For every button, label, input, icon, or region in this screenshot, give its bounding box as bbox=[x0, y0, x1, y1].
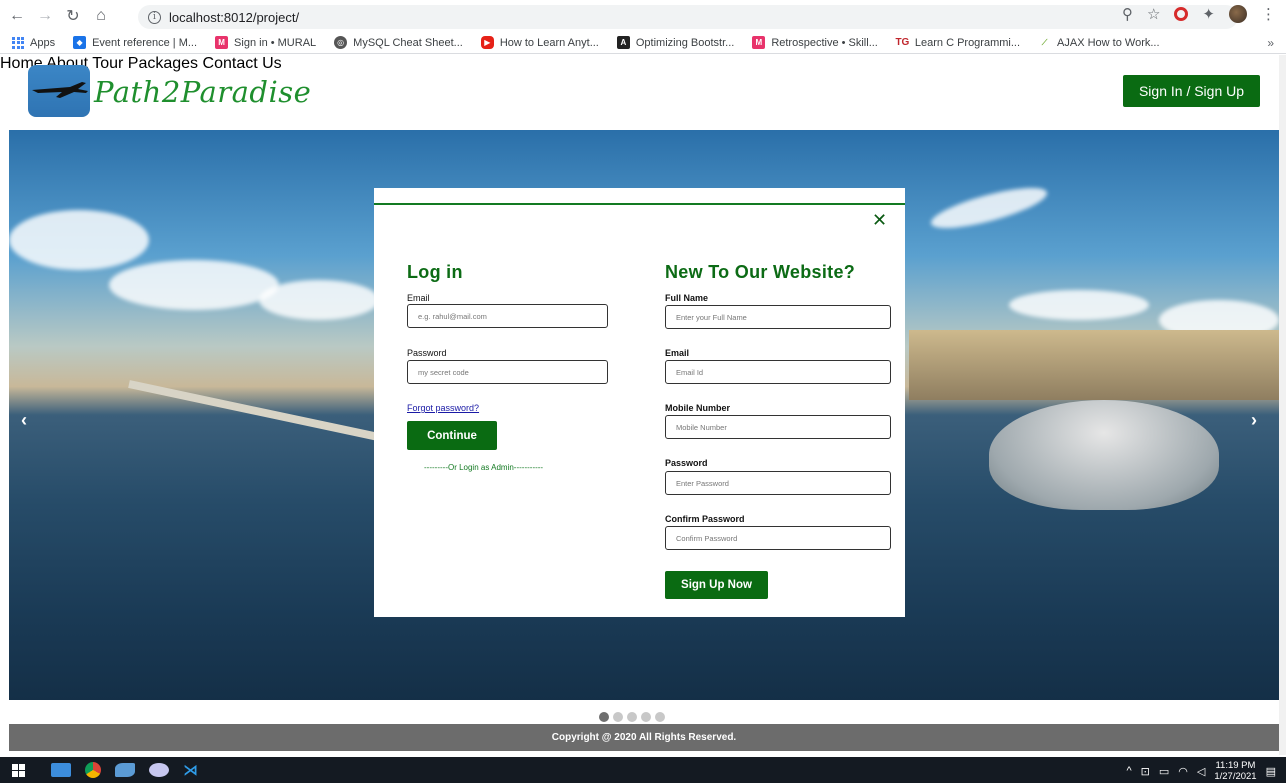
star-icon[interactable]: ☆ bbox=[1147, 5, 1160, 23]
php-icon[interactable] bbox=[149, 763, 169, 777]
carousel-prev-arrow[interactable]: ‹ bbox=[21, 410, 27, 431]
chart-icon: ⟋ bbox=[1041, 37, 1048, 47]
windows-start-icon[interactable] bbox=[12, 763, 25, 777]
bookmark-mural[interactable]: M Sign in • MURAL bbox=[215, 36, 316, 49]
home-icon[interactable]: ⌂ bbox=[90, 5, 112, 27]
mural-icon: M bbox=[215, 36, 229, 49]
carousel-dot[interactable] bbox=[613, 712, 623, 722]
auth-modal: ✕ Log in Email e.g. rahul@mail.com Passw… bbox=[374, 188, 905, 617]
confirm-password-label: Confirm Password bbox=[665, 514, 745, 524]
brand-logo[interactable] bbox=[28, 65, 90, 117]
bookmarks-more[interactable]: » bbox=[1267, 36, 1274, 50]
bookmark-ajax[interactable]: ⟋ AJAX How to Work... bbox=[1038, 36, 1160, 49]
signup-password-label: Password bbox=[665, 458, 708, 468]
chevron-up-icon[interactable]: ^ bbox=[1126, 765, 1131, 777]
login-password-input[interactable]: my secret code bbox=[407, 360, 608, 384]
signup-password-input[interactable]: Enter Password bbox=[665, 471, 891, 495]
cloud bbox=[1009, 290, 1149, 320]
app-icon[interactable] bbox=[115, 763, 135, 777]
brand-name[interactable]: Path2Paradise bbox=[94, 75, 311, 109]
puzzle-extensions-icon[interactable]: ✦ bbox=[1202, 5, 1215, 23]
volume-icon[interactable]: ◁ bbox=[1197, 765, 1205, 778]
bookmark-apps[interactable]: Apps bbox=[12, 36, 55, 49]
menu-kebab-icon[interactable]: ⋮ bbox=[1261, 5, 1276, 23]
login-email-input[interactable]: e.g. rahul@mail.com bbox=[407, 304, 608, 328]
notifications-icon[interactable]: ▤ bbox=[1266, 765, 1276, 778]
carousel-dot[interactable] bbox=[627, 712, 637, 722]
device-icon[interactable]: ⊡ bbox=[1141, 765, 1150, 778]
windows-taskbar: ⋊ ^ ⊡ ▭ ◠ ◁ 11:19 PM 1/27/2021 ▤ bbox=[0, 757, 1286, 783]
toolbar-actions: ⚲ ☆ ✦ ⋮ bbox=[1122, 5, 1276, 23]
mobile-label: Mobile Number bbox=[665, 403, 731, 413]
city-skyline bbox=[909, 330, 1279, 400]
carousel-dot[interactable] bbox=[641, 712, 651, 722]
opera-extension-icon[interactable] bbox=[1174, 7, 1189, 21]
arena bbox=[989, 400, 1219, 510]
login-title: Log in bbox=[407, 262, 463, 282]
close-icon[interactable]: ✕ bbox=[872, 210, 887, 231]
mdn-icon: ◆ bbox=[73, 36, 87, 49]
reload-icon[interactable]: ↻ bbox=[62, 5, 84, 27]
a-icon: A bbox=[616, 36, 630, 49]
bookmark-retrospective[interactable]: M Retrospective • Skill... bbox=[752, 36, 878, 49]
bookmark-event-reference[interactable]: ◆ Event reference | M... bbox=[73, 36, 197, 49]
mural-icon: M bbox=[752, 36, 766, 49]
cloud bbox=[109, 260, 279, 310]
chrome-icon[interactable] bbox=[85, 762, 101, 778]
cloud bbox=[927, 179, 1051, 237]
clock-time: 11:19 PM bbox=[1215, 760, 1256, 771]
apps-grid-icon bbox=[12, 36, 24, 49]
carousel-indicators bbox=[599, 712, 665, 722]
login-password-label: Password bbox=[407, 348, 447, 358]
globe-icon: ◎ bbox=[334, 36, 348, 49]
bookmark-learn-c[interactable]: TG Learn C Programmi... bbox=[895, 36, 1020, 49]
fullname-input[interactable]: Enter your Full Name bbox=[665, 305, 891, 329]
nav-tour-packages[interactable]: Tour Packages bbox=[92, 55, 198, 72]
vscode-icon[interactable]: ⋊ bbox=[183, 762, 203, 779]
clock-date: 1/27/2021 bbox=[1214, 771, 1257, 782]
confirm-password-input[interactable]: Confirm Password bbox=[665, 526, 891, 550]
youtube-icon: ▶ bbox=[480, 36, 494, 49]
forward-arrow-icon[interactable]: → bbox=[34, 5, 56, 27]
forgot-password-link[interactable]: Forgot password? bbox=[407, 403, 479, 413]
wifi-icon[interactable]: ◠ bbox=[1178, 765, 1188, 778]
continue-button[interactable]: Continue bbox=[407, 421, 497, 450]
carousel-next-arrow[interactable]: › bbox=[1251, 410, 1257, 431]
page-scrollbar[interactable] bbox=[1279, 55, 1286, 755]
cloud bbox=[259, 280, 379, 320]
info-icon[interactable]: i bbox=[148, 10, 161, 24]
clock[interactable]: 11:19 PM 1/27/2021 bbox=[1214, 760, 1256, 782]
signup-email-input[interactable]: Email Id bbox=[665, 360, 891, 384]
modal-top-bar bbox=[374, 203, 905, 205]
carousel-dot[interactable] bbox=[599, 712, 609, 722]
tg-icon: TG bbox=[895, 37, 910, 48]
signin-signup-button[interactable]: Sign In / Sign Up bbox=[1123, 75, 1260, 107]
site-header: Path2Paradise Home About Tour Packages C… bbox=[0, 55, 1286, 130]
signup-title: New To Our Website? bbox=[665, 262, 856, 282]
zoom-icon[interactable]: ⚲ bbox=[1122, 5, 1133, 23]
admin-login-link[interactable]: ---------Or Login as Admin----------- bbox=[424, 463, 543, 472]
file-explorer-icon[interactable] bbox=[51, 763, 71, 777]
bookmark-optimizing-bootstrap[interactable]: A Optimizing Bootstr... bbox=[616, 36, 734, 49]
url-text: localhost:8012/project/ bbox=[169, 9, 300, 25]
profile-avatar[interactable] bbox=[1229, 5, 1247, 23]
bookmark-mysql[interactable]: ◎ MySQL Cheat Sheet... bbox=[334, 36, 463, 49]
airplane-icon bbox=[32, 82, 88, 98]
bookmarks-bar: Apps ◆ Event reference | M... M Sign in … bbox=[0, 32, 1286, 54]
system-tray: ^ ⊡ ▭ ◠ ◁ 11:19 PM 1/27/2021 ▤ bbox=[1126, 760, 1276, 782]
carousel-dot[interactable] bbox=[655, 712, 665, 722]
battery-icon[interactable]: ▭ bbox=[1159, 765, 1169, 778]
copyright-text: Copyright @ 2020 All Rights Reserved. bbox=[551, 732, 737, 743]
site-footer: Copyright @ 2020 All Rights Reserved. bbox=[9, 724, 1279, 751]
bookmark-how-to-learn[interactable]: ▶ How to Learn Anyt... bbox=[480, 36, 599, 49]
nav-contact-us[interactable]: Contact Us bbox=[203, 55, 282, 72]
mobile-input[interactable]: Mobile Number bbox=[665, 415, 891, 439]
login-email-label: Email bbox=[407, 293, 430, 303]
fullname-label: Full Name bbox=[665, 293, 709, 303]
back-arrow-icon[interactable]: ← bbox=[6, 5, 28, 27]
cloud bbox=[9, 210, 149, 270]
signup-now-button[interactable]: Sign Up Now bbox=[665, 571, 768, 599]
signup-email-label: Email bbox=[665, 348, 690, 358]
address-bar[interactable]: i localhost:8012/project/ bbox=[138, 5, 1238, 29]
